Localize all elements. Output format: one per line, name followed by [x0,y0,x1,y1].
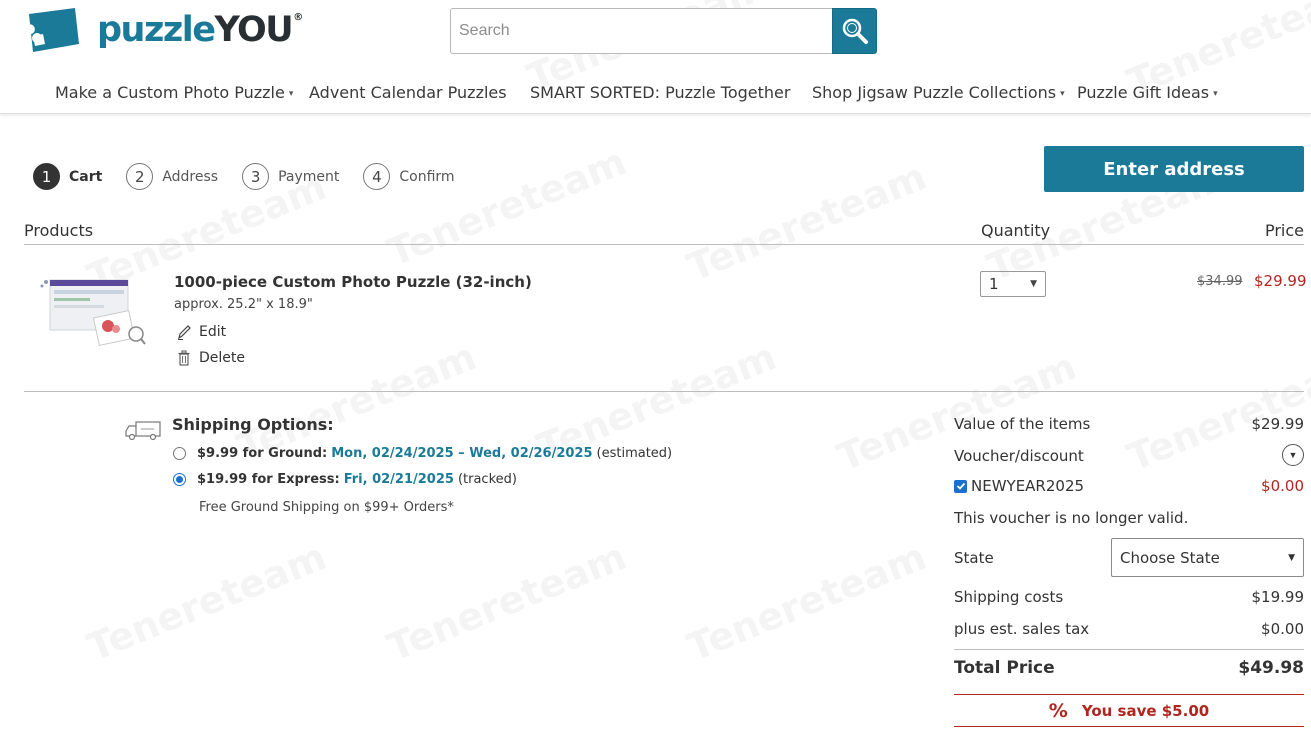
step-number: 1 [33,163,60,190]
nav-shop-collections[interactable]: Shop Jigsaw Puzzle Collections ▾ [812,83,1065,102]
step-payment: 3 Payment [242,163,339,190]
step-number: 4 [363,163,391,190]
total-price-value: $49.98 [1238,658,1304,678]
voucher-checkbox[interactable] [954,479,967,493]
price-header: Price [1264,221,1304,240]
voucher-toggle-button[interactable]: ▼ [1282,444,1304,466]
site-logo[interactable]: puzzleYOU® [25,6,303,54]
puzzle-piece-icon [27,8,79,52]
savings-banner: % You save $5.00 [954,694,1304,727]
caret-down-icon: ▾ [1060,89,1065,99]
radio-ground[interactable] [173,447,186,460]
express-price: $19.99 for Express: [197,472,340,487]
chevron-down-icon: ▼ [1288,450,1298,460]
ground-date: Mon, 02/24/2025 – Wed, 02/26/2025 [331,446,593,461]
trash-icon [178,350,190,366]
delete-label: Delete [199,350,245,366]
shipping-costs-value: $19.99 [1251,588,1305,606]
step-label: Payment [278,168,340,185]
free-shipping-note: Free Ground Shipping on $99+ Orders* [199,500,454,515]
delivery-truck-icon [124,420,162,447]
watermark: Tenereteam [381,139,632,275]
divider [24,391,1304,392]
check-icon [956,482,965,490]
nav-advent-calendar[interactable]: Advent Calendar Puzzles [309,83,507,102]
sales-tax-value: $0.00 [1261,620,1304,638]
voucher-value: $0.00 [1261,477,1304,495]
products-header: Products [24,221,94,240]
search-button[interactable] [832,8,877,54]
shipping-option-express[interactable]: $19.99 for Express: Fri, 02/21/2025 (tra… [173,472,517,487]
step-address: 2 Address [126,163,218,190]
watermark: Tenereteam [381,534,632,670]
search-input[interactable] [450,8,832,54]
watermark: Tenereteam [681,534,932,670]
quantity-header: Quantity [981,221,1051,240]
express-date: Fri, 02/21/2025 [343,472,454,487]
watermark: Tenereteam [681,154,932,290]
caret-down-icon: ▾ [288,89,294,99]
step-number: 3 [242,163,270,190]
quantity-value: 1 [989,275,999,293]
state-select[interactable]: Choose State ▼ [1111,538,1304,577]
delete-link[interactable]: Delete [177,350,245,366]
checkout-steps: 1 Cart 2 Address 3 Payment 4 Confirm [33,163,479,190]
sale-price: $29.99 [1254,272,1307,290]
percent-icon: % [1048,699,1068,722]
original-price: $34.99 [1197,274,1243,289]
step-label: Cart [69,168,103,185]
voucher-invalid-message: This voucher is no longer valid. [954,509,1189,527]
quantity-select[interactable]: 1 ▼ [980,271,1046,297]
nav-smart-sorted[interactable]: SMART SORTED: Puzzle Together [530,83,790,102]
logo-wordmark: puzzleYOU® [97,9,303,50]
divider [24,244,1304,245]
enter-address-button[interactable]: Enter address [1044,146,1304,192]
voucher-code: NEWYEAR2025 [971,477,1085,495]
step-confirm: 4 Confirm [363,163,455,190]
state-label: State [954,549,994,567]
product-thumbnail[interactable] [38,274,148,350]
main-nav: Make a Custom Photo Puzzle ▾ Advent Calen… [0,78,1311,114]
shipping-options-title: Shipping Options: [172,415,334,434]
ground-note: (estimated) [596,446,673,461]
items-value-label: Value of the items [954,415,1091,433]
state-value: Choose State [1120,548,1220,567]
search-bar [450,8,877,54]
step-cart: 1 Cart [33,163,102,190]
express-note: (tracked) [457,472,517,487]
edit-label: Edit [199,324,227,340]
savings-text: You save $5.00 [1081,701,1210,720]
search-icon [842,18,868,44]
divider [954,649,1304,650]
ground-price: $9.99 for Ground: [197,446,328,461]
total-price-label: Total Price [954,658,1055,678]
watermark: Tenereteam [81,534,332,670]
step-label: Confirm [399,168,455,185]
shipping-costs-label: Shipping costs [954,588,1064,606]
shipping-option-ground[interactable]: $9.99 for Ground: Mon, 02/24/2025 – Wed,… [173,446,672,461]
product-title[interactable]: 1000-piece Custom Photo Puzzle (32-inch) [174,273,532,291]
voucher-label: Voucher/discount [954,447,1084,465]
sales-tax-label: plus est. sales tax [954,620,1090,638]
items-value: $29.99 [1251,415,1305,433]
voucher-checkbox-row[interactable]: NEWYEAR2025 [954,477,1084,495]
step-number: 2 [126,163,154,190]
step-label: Address [162,168,219,185]
product-size: approx. 25.2" x 18.9" [174,297,313,312]
caret-down-icon: ▼ [1288,552,1295,563]
pencil-icon [178,325,191,340]
caret-down-icon: ▼ [1030,279,1037,289]
radio-express[interactable] [173,473,186,486]
edit-link[interactable]: Edit [177,324,226,340]
nav-custom-photo-puzzle[interactable]: Make a Custom Photo Puzzle ▾ [55,83,293,102]
caret-down-icon: ▾ [1213,89,1218,99]
nav-gift-ideas[interactable]: Puzzle Gift Ideas ▾ [1077,83,1218,102]
